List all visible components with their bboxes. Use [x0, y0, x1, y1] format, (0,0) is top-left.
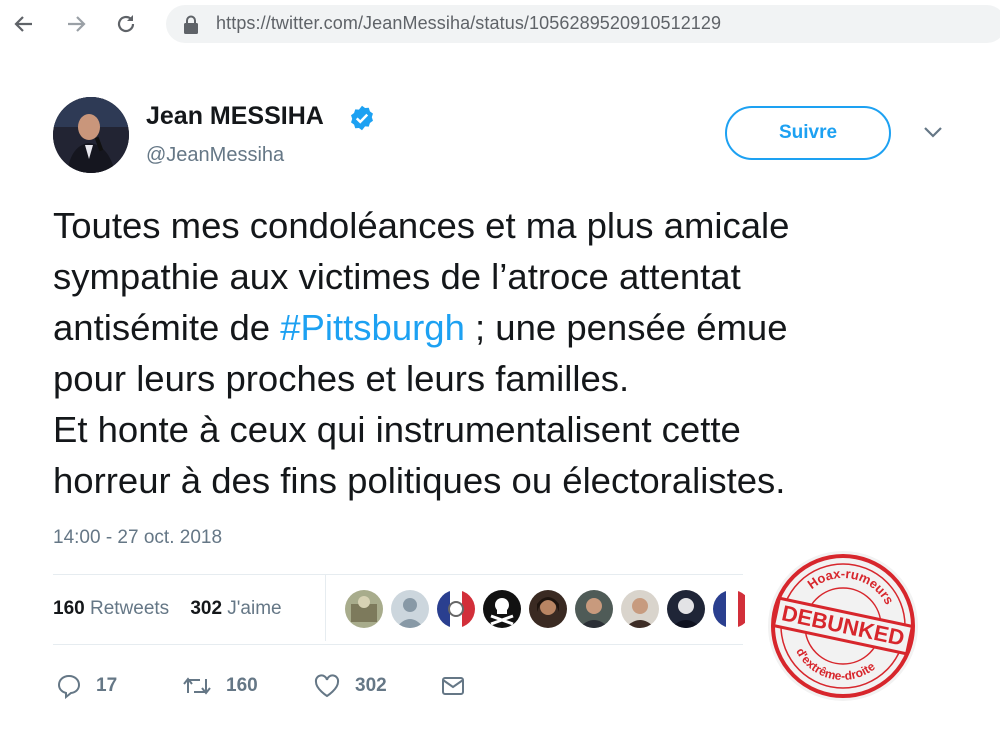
liker-avatar[interactable] [483, 590, 521, 628]
liker-avatar[interactable] [345, 590, 383, 628]
envelope-icon [442, 677, 464, 695]
url-text[interactable]: https://twitter.com/JeanMessiha/status/1… [216, 13, 721, 34]
divider [53, 644, 743, 645]
liker-avatar[interactable] [621, 590, 659, 628]
author-avatar[interactable] [53, 97, 129, 173]
tweet-timestamp[interactable]: 14:00 - 27 oct. 2018 [53, 527, 222, 549]
debunked-stamp: Hoax-rumeurs d'extrême-droite DEBUNKED [765, 548, 921, 704]
follow-button[interactable]: Suivre [725, 106, 891, 160]
retweet-icon [183, 677, 211, 695]
reply-count: 17 [96, 675, 118, 696]
divider [325, 575, 326, 641]
liker-avatar[interactable] [575, 590, 613, 628]
tweet-line: antisémite de #Pittsburgh ; une pensée é… [53, 302, 953, 353]
liker-avatar[interactable] [667, 590, 705, 628]
reply-button[interactable]: 17 [56, 671, 117, 701]
liker-avatar[interactable] [713, 590, 745, 628]
tweet-line: horreur à des fins politiques ou élector… [53, 455, 953, 506]
tweet-line: pour leurs proches et leurs familles. [53, 353, 953, 404]
tweet-line: Et honte à ceux qui instrumentalisent ce… [53, 404, 953, 455]
browser-toolbar: https://twitter.com/JeanMessiha/status/1… [0, 0, 1000, 50]
heart-icon [314, 674, 340, 698]
retweet-button[interactable]: 160 [182, 671, 258, 701]
author-name[interactable]: Jean MESSIHA [146, 102, 324, 131]
liker-avatar[interactable] [437, 590, 475, 628]
author-handle[interactable]: @JeanMessiha [146, 144, 284, 167]
direct-message-button[interactable] [440, 671, 466, 701]
forward-arrow-icon[interactable] [60, 8, 92, 40]
retweets-label: Retweets [89, 598, 170, 619]
reload-icon[interactable] [110, 8, 142, 40]
liker-avatar[interactable] [391, 590, 429, 628]
tweet-text-span: horreur à des fins politiques ou élector… [53, 460, 786, 501]
likes-count: 302 [190, 598, 223, 619]
likes-stat[interactable]: 302 J'aime [190, 598, 281, 619]
tweet-text-span: Et honte à ceux qui instrumentalisent ce… [53, 409, 741, 450]
hashtag-link[interactable]: #Pittsburgh [280, 307, 465, 348]
lock-icon[interactable] [183, 15, 199, 40]
retweets-stat[interactable]: 160 Retweets [53, 598, 169, 619]
liker-avatar[interactable] [529, 590, 567, 628]
tweet-text-span: sympathie aux victimes de l’atroce atten… [53, 256, 741, 297]
like-button[interactable]: 302 [313, 671, 387, 701]
tweet-text-span: ; une pensée émue [464, 307, 788, 348]
back-arrow-icon[interactable] [8, 8, 40, 40]
liker-avatars [345, 590, 745, 630]
retweets-count: 160 [53, 598, 85, 619]
tweet-text-span: antisémite de [53, 307, 281, 348]
tweet-line: Toutes mes condoléances et ma plus amica… [53, 200, 953, 251]
divider [53, 574, 743, 575]
retweet-count: 160 [226, 675, 258, 696]
chevron-down-icon[interactable] [921, 124, 945, 145]
reply-icon [57, 674, 81, 699]
tweet-text: Toutes mes condoléances et ma plus amica… [53, 200, 953, 506]
verified-badge-icon [348, 104, 376, 137]
like-count: 302 [355, 675, 387, 696]
tweet-text-span: pour leurs proches et leurs familles. [53, 358, 630, 399]
likes-label: J'aime [227, 598, 282, 619]
tweet-line: sympathie aux victimes de l’atroce atten… [53, 251, 953, 302]
tweet-text-span: Toutes mes condoléances et ma plus amica… [53, 205, 790, 246]
tweet-stats: 160 Retweets 302 J'aime [53, 598, 282, 620]
